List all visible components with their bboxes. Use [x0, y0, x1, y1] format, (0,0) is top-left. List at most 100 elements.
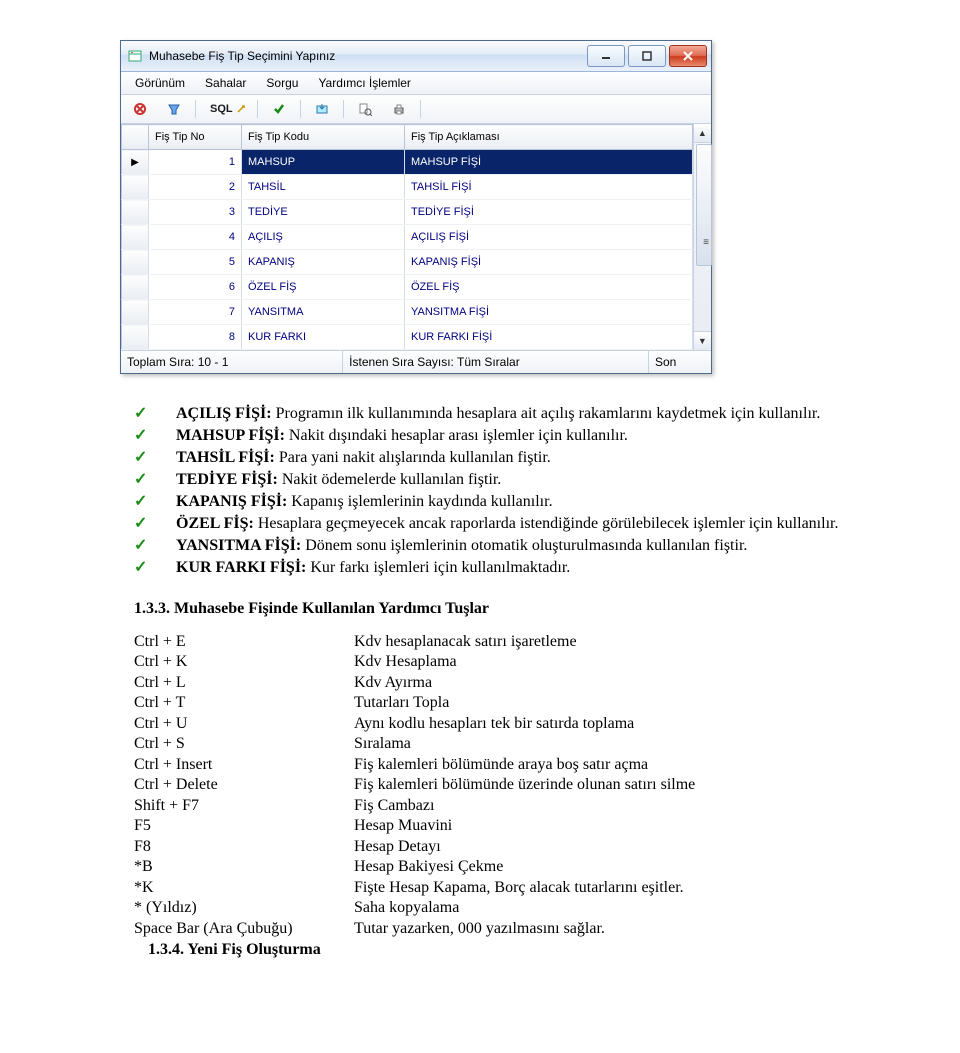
shortcut-desc: Fiş kalemleri bölümünde araya boş satır …: [354, 755, 870, 775]
check-icon: ✓: [158, 536, 176, 556]
close-button[interactable]: [669, 45, 707, 67]
list-item: ✓MAHSUP FİŞİ: Nakit dışındaki hesaplar a…: [158, 426, 870, 446]
table-row[interactable]: 5KAPANIŞKAPANIŞ FİŞİ: [122, 250, 693, 275]
bullet-text: Kapanış işlemlerinin kaydında kullanılır…: [287, 493, 552, 510]
bullet-head: TEDİYE FİŞİ:: [176, 471, 278, 488]
scroll-down-icon[interactable]: ▼: [694, 331, 711, 350]
cell-kod: TAHSİL: [242, 175, 405, 200]
cell-kod: MAHSUP: [242, 150, 405, 175]
row-indicator-icon: [122, 225, 149, 250]
bullet-text: Nakit dışındaki hesaplar arası işlemler …: [285, 427, 628, 444]
bullet-head: ÖZEL FİŞ:: [176, 515, 254, 532]
scroll-up-icon[interactable]: ▲: [694, 124, 711, 143]
cell-aciklama: YANSITMA FİŞİ: [405, 300, 693, 325]
statusbar: Toplam Sıra: 10 - 1 İstenen Sıra Sayısı:…: [121, 350, 711, 373]
toolbar-print-preview-icon[interactable]: [352, 97, 378, 121]
shortcut-key: Ctrl + L: [90, 673, 354, 693]
window-title: Muhasebe Fiş Tip Seçimini Yapınız: [149, 49, 587, 63]
shortcut-desc: Fişte Hesap Kapama, Borç alacak tutarlar…: [354, 878, 870, 898]
cell-kod: AÇILIŞ: [242, 225, 405, 250]
bullet-text: Programın ilk kullanımında hesaplara ait…: [272, 405, 821, 422]
shortcut-key: Ctrl + U: [90, 714, 354, 734]
table-row[interactable]: 8KUR FARKIKUR FARKI FİŞİ: [122, 325, 693, 350]
row-indicator-icon: [122, 250, 149, 275]
menu-gorunum[interactable]: Görünüm: [125, 74, 195, 92]
shortcut-key: Ctrl + E: [90, 632, 354, 652]
cell-no: 2: [149, 175, 242, 200]
maximize-button[interactable]: [628, 45, 666, 67]
cell-kod: YANSITMA: [242, 300, 405, 325]
bullet-head: TAHSİL FİŞİ:: [176, 449, 275, 466]
bullet-text: Dönem sonu işlemlerinin otomatik oluştur…: [301, 537, 747, 554]
heading-134: 1.3.4. Yeni Fiş Oluşturma: [90, 941, 870, 959]
shortcut-key: F5: [90, 816, 354, 836]
toolbar-separator: [300, 100, 301, 118]
shortcut-row: F5Hesap Muavini: [90, 816, 870, 836]
check-icon: ✓: [158, 448, 176, 468]
menu-sahalar[interactable]: Sahalar: [195, 74, 256, 92]
shortcut-row: *KFişte Hesap Kapama, Borç alacak tutarl…: [90, 878, 870, 898]
table-row[interactable]: 3TEDİYETEDİYE FİŞİ: [122, 200, 693, 225]
column-header-indicator[interactable]: [122, 125, 149, 150]
list-item: ✓AÇILIŞ FİŞİ: Programın ilk kullanımında…: [158, 404, 870, 424]
window-buttons: [587, 45, 707, 67]
minimize-button[interactable]: [587, 45, 625, 67]
list-item: ✓TEDİYE FİŞİ: Nakit ödemelerde kullanıla…: [158, 470, 870, 490]
list-item: ✓KAPANIŞ FİŞİ: Kapanış işlemlerinin kayd…: [158, 492, 870, 512]
column-header-aciklama[interactable]: Fiş Tip Açıklaması: [405, 125, 693, 150]
cell-no: 3: [149, 200, 242, 225]
table-row[interactable]: 6ÖZEL FİŞÖZEL FİŞ: [122, 275, 693, 300]
shortcut-desc: Fiş kalemleri bölümünde üzerinde olunan …: [354, 775, 870, 795]
bullet-head: KUR FARKI FİŞİ:: [176, 559, 306, 576]
shortcut-key: Ctrl + T: [90, 693, 354, 713]
cell-aciklama: KAPANIŞ FİŞİ: [405, 250, 693, 275]
table-row[interactable]: 4AÇILIŞAÇILIŞ FİŞİ: [122, 225, 693, 250]
table-row[interactable]: 7YANSITMAYANSITMA FİŞİ: [122, 300, 693, 325]
shortcut-key: Shift + F7: [90, 796, 354, 816]
shortcut-desc: Saha kopyalama: [354, 898, 870, 918]
table-row[interactable]: 2TAHSİLTAHSİL FİŞİ: [122, 175, 693, 200]
toolbar-cancel-icon[interactable]: [127, 97, 153, 121]
toolbar-check-icon[interactable]: [266, 97, 292, 121]
bullet-head: YANSITMA FİŞİ:: [176, 537, 301, 554]
shortcut-desc: Tutarları Topla: [354, 693, 870, 713]
shortcut-row: *BHesap Bakiyesi Çekme: [90, 857, 870, 877]
column-header-kod[interactable]: Fiş Tip Kodu: [242, 125, 405, 150]
toolbar-filter-icon[interactable]: [161, 97, 187, 121]
shortcut-key: Ctrl + K: [90, 652, 354, 672]
shortcut-desc: Hesap Detayı: [354, 837, 870, 857]
cell-kod: ÖZEL FİŞ: [242, 275, 405, 300]
menu-sorgu[interactable]: Sorgu: [256, 74, 308, 92]
list-item: ✓TAHSİL FİŞİ: Para yani nakit alışlarınd…: [158, 448, 870, 468]
check-icon: ✓: [158, 470, 176, 490]
menu-yardimci[interactable]: Yardımcı İşlemler: [308, 74, 420, 92]
list-item: ✓YANSITMA FİŞİ: Dönem sonu işlemlerinin …: [158, 536, 870, 556]
vertical-scrollbar[interactable]: ▲ ≡ ▼: [693, 124, 711, 350]
shortcut-row: Ctrl + SSıralama: [90, 734, 870, 754]
cell-aciklama: TEDİYE FİŞİ: [405, 200, 693, 225]
shortcut-desc: Sıralama: [354, 734, 870, 754]
table-row[interactable]: ▶1MAHSUPMAHSUP FİŞİ: [122, 150, 693, 175]
check-icon: ✓: [158, 404, 176, 424]
bullet-text: Para yani nakit alışlarında kullanılan f…: [275, 449, 551, 466]
cell-no: 8: [149, 325, 242, 350]
cell-aciklama: MAHSUP FİŞİ: [405, 150, 693, 175]
toolbar-print-icon[interactable]: [386, 97, 412, 121]
toolbar-separator: [420, 100, 421, 118]
cell-no: 1: [149, 150, 242, 175]
column-header-no[interactable]: Fiş Tip No: [149, 125, 242, 150]
toolbar-export-icon[interactable]: [309, 97, 335, 121]
shortcut-row: Ctrl + LKdv Ayırma: [90, 673, 870, 693]
toolbar-sql-button[interactable]: SQL: [204, 97, 249, 121]
shortcut-key: Ctrl + Delete: [90, 775, 354, 795]
scroll-equal-icon: ≡: [703, 237, 709, 248]
bullet-head: KAPANIŞ FİŞİ:: [176, 493, 287, 510]
shortcut-key: *K: [90, 878, 354, 898]
shortcut-row: Ctrl + InsertFiş kalemleri bölümünde ara…: [90, 755, 870, 775]
shortcut-key: Ctrl + Insert: [90, 755, 354, 775]
cell-aciklama: TAHSİL FİŞİ: [405, 175, 693, 200]
shortcut-desc: Kdv hesaplanacak satırı işaretleme: [354, 632, 870, 652]
bullet-head: AÇILIŞ FİŞİ:: [176, 405, 272, 422]
shortcut-row: Ctrl + DeleteFiş kalemleri bölümünde üze…: [90, 775, 870, 795]
check-icon: ✓: [158, 492, 176, 512]
